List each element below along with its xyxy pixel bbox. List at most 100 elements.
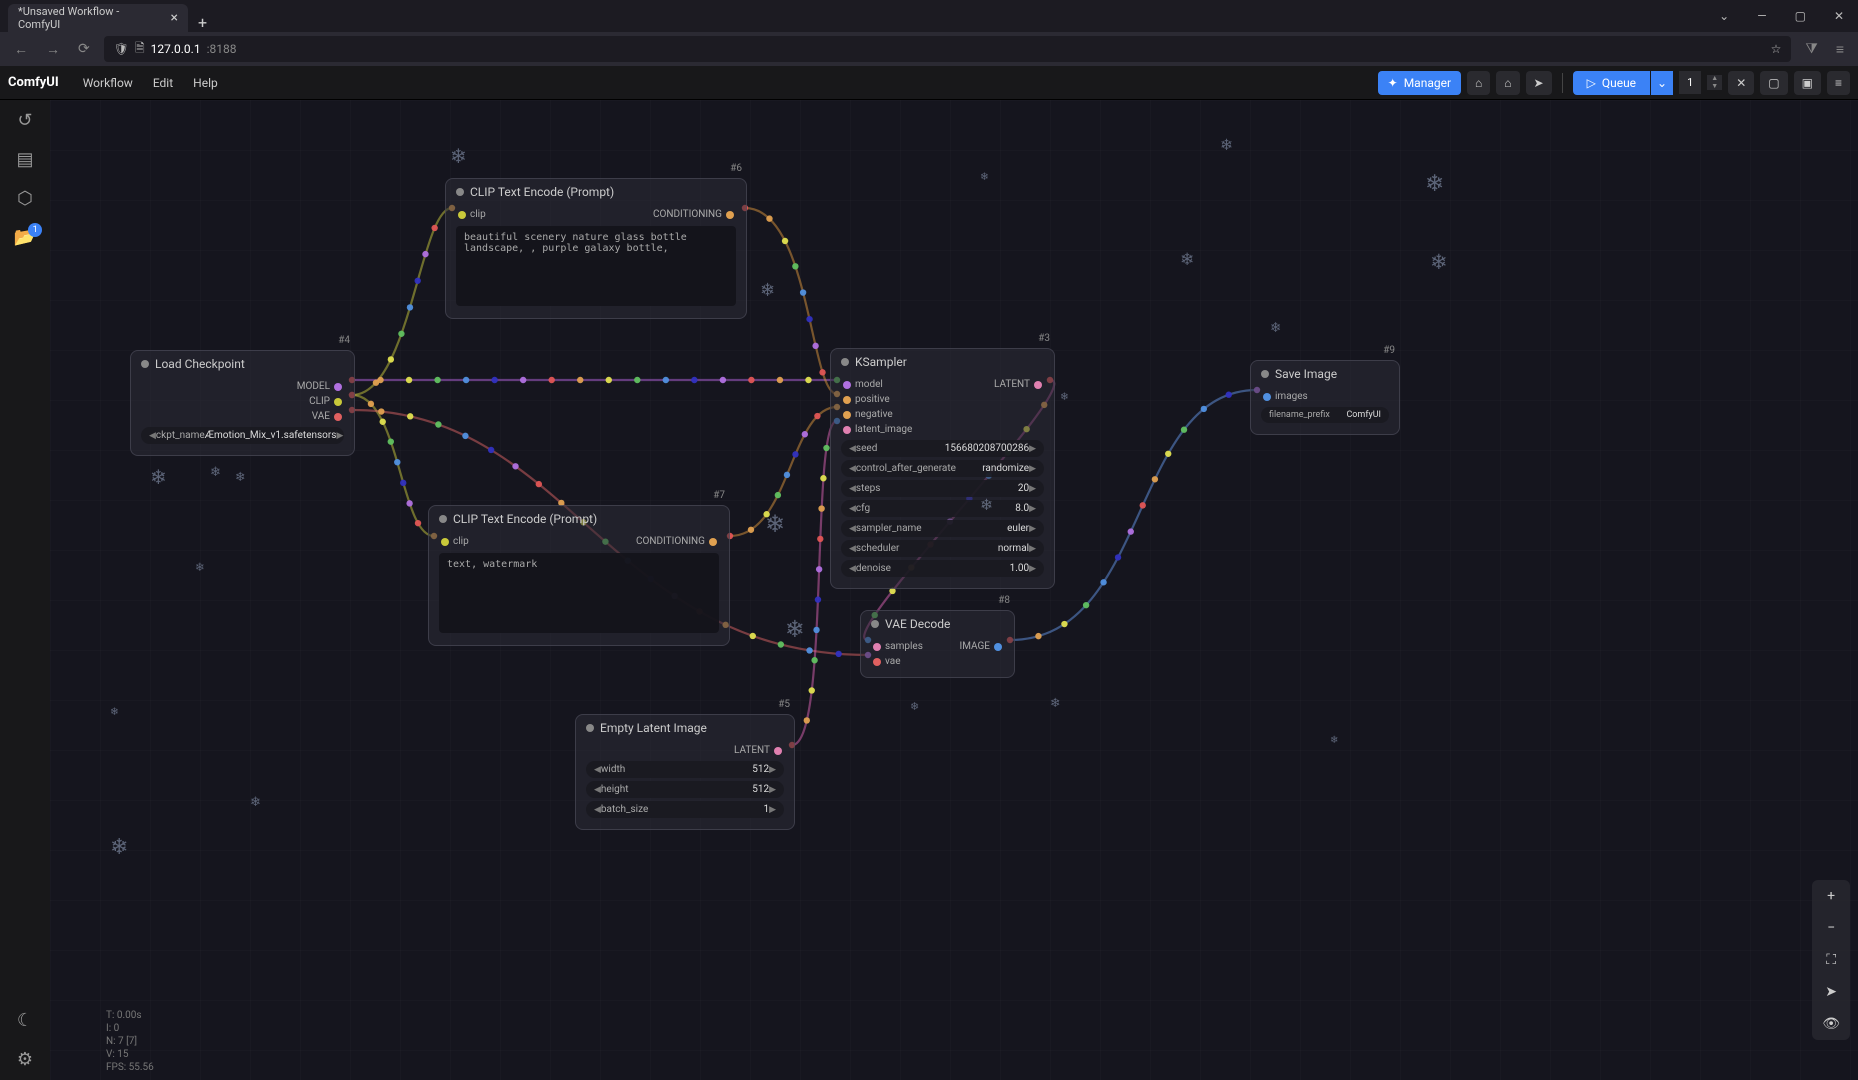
node-clip-negative[interactable]: #7 CLIP Text Encode (Prompt) clipCONDITI… (428, 505, 730, 646)
node-id: #3 (1038, 333, 1050, 344)
shield-icon: 🛡 (114, 42, 129, 56)
port-clip-in[interactable] (441, 538, 449, 546)
node-empty-latent[interactable]: #5 Empty Latent Image LATENT ◀width512▶ … (575, 714, 795, 830)
doc-icon: 🗎 (135, 39, 145, 60)
width-widget[interactable]: ◀width512▶ (586, 761, 784, 778)
history-icon[interactable]: ↺ (17, 110, 32, 131)
puzzle-icon: ✦ (1388, 76, 1398, 90)
snowflake-icon: ❄ (1180, 250, 1194, 270)
share-icon[interactable]: ➤ (1526, 71, 1552, 95)
snowflake-icon: ❄ (1430, 250, 1448, 275)
port-images-in[interactable] (1263, 393, 1271, 401)
extensions-icon[interactable]: ⧩ (1801, 39, 1822, 59)
snowflake-icon: ❄ (765, 510, 785, 538)
node-title: Load Checkpoint (155, 357, 245, 371)
forward-icon[interactable]: → (42, 39, 64, 60)
port-conditioning-out[interactable] (709, 538, 717, 546)
locate-icon[interactable]: ➤ (1812, 976, 1850, 1008)
port-latent-out[interactable] (774, 747, 782, 755)
settings-icon[interactable]: ⚙ (17, 1049, 33, 1070)
seed-widget[interactable]: ◀seed156680208700286▶ (841, 440, 1044, 457)
tab-close-icon[interactable]: × (171, 10, 178, 26)
node-save-image[interactable]: #9 Save Image images filename_prefixComf… (1250, 360, 1400, 435)
menu-edit[interactable]: Edit (143, 76, 183, 90)
fullscreen-icon[interactable]: ⛶ (1812, 944, 1850, 976)
node-library-icon[interactable]: ⬡ (17, 188, 33, 209)
port-clip-out[interactable] (334, 398, 342, 406)
eye-icon[interactable]: 👁 (1812, 1008, 1850, 1040)
snowflake-icon: ❄ (910, 700, 919, 713)
queue-button[interactable]: ▷Queue (1573, 71, 1650, 95)
port-latent-in[interactable] (843, 426, 851, 434)
filename-widget[interactable]: filename_prefixComfyUI (1261, 407, 1389, 423)
scheduler-widget[interactable]: ◀schedulernormal▶ (841, 540, 1044, 557)
queue-stepper[interactable]: ▲▼ (1707, 75, 1722, 90)
port-model-out[interactable] (334, 383, 342, 391)
snowflake-icon: ❄ (1270, 320, 1281, 336)
denoise-widget[interactable]: ◀denoise1.00▶ (841, 560, 1044, 577)
node-title: CLIP Text Encode (Prompt) (470, 185, 614, 199)
bookmark-icon[interactable]: ☆ (1771, 42, 1782, 56)
node-clip-positive[interactable]: #6 CLIP Text Encode (Prompt) clipCONDITI… (445, 178, 747, 319)
ckpt-dropdown[interactable]: ◀ckpt_nameÆmotion_Mix_v1.safetensors▶ (141, 427, 344, 444)
node-load-checkpoint[interactable]: #4 Load Checkpoint MODEL CLIP VAE ◀ckpt_… (130, 350, 355, 456)
port-positive-in[interactable] (843, 396, 851, 404)
zoom-in-icon[interactable]: + (1812, 880, 1850, 912)
node-title: KSampler (855, 355, 907, 369)
snowflake-icon: ❄ (150, 465, 167, 489)
steps-widget[interactable]: ◀steps20▶ (841, 480, 1044, 497)
cancel-icon[interactable]: ✕ (1728, 71, 1754, 95)
snowflake-icon: ❄ (210, 465, 221, 480)
port-clip-in[interactable] (458, 211, 466, 219)
port-conditioning-out[interactable] (726, 211, 734, 219)
cfg-widget[interactable]: ◀cfg8.0▶ (841, 500, 1044, 517)
panel-icon[interactable]: ▢ (1760, 71, 1787, 95)
reload-icon[interactable]: ⟳ (74, 39, 94, 59)
port-model-in[interactable] (843, 381, 851, 389)
zoom-in-node-icon[interactable]: ⌂ (1467, 71, 1490, 95)
node-title: CLIP Text Encode (Prompt) (453, 512, 597, 526)
snowflake-icon: ❄ (1425, 170, 1444, 197)
node-ksampler[interactable]: #3 KSampler modelLATENT positive negativ… (830, 348, 1055, 589)
close-window-icon[interactable]: ✕ (1820, 9, 1858, 23)
cag-widget[interactable]: ◀control_after_generaterandomize▶ (841, 460, 1044, 477)
zoom-out-node-icon[interactable]: ⌂ (1496, 71, 1519, 95)
folder-icon[interactable]: 📂1 (14, 227, 36, 248)
prompt-text[interactable]: beautiful scenery nature glass bottle la… (456, 226, 736, 306)
play-icon: ▷ (1587, 76, 1596, 90)
theme-icon[interactable]: ☾ (17, 1010, 33, 1031)
manager-button[interactable]: ✦Manager (1378, 71, 1461, 95)
snowflake-icon: ❄ (1220, 135, 1233, 154)
new-tab-button[interactable]: + (188, 13, 217, 32)
app-hamburger-icon[interactable]: ≡ (1827, 71, 1850, 95)
port-image-out[interactable] (994, 643, 1002, 651)
port-vae-in[interactable] (873, 658, 881, 666)
snowflake-icon: ❄ (250, 795, 261, 810)
minimize-icon[interactable]: — (1743, 9, 1780, 23)
port-negative-in[interactable] (843, 411, 851, 419)
menu-help[interactable]: Help (183, 76, 228, 90)
queue-dropdown[interactable]: ⌄ (1651, 71, 1673, 95)
overflow-icon[interactable]: ⌄ (1705, 9, 1743, 23)
port-latent-out[interactable] (1034, 381, 1042, 389)
port-vae-out[interactable] (334, 413, 342, 421)
port-samples-in[interactable] (873, 643, 881, 651)
node-id: #6 (730, 163, 742, 174)
url-bar[interactable]: 🛡 🗎 127.0.0.1:8188 ☆ (104, 36, 1792, 62)
hamburger-icon[interactable]: ≡ (1832, 39, 1848, 60)
maximize-icon[interactable]: ▢ (1781, 9, 1820, 23)
batch-widget[interactable]: ◀batch_size1▶ (586, 801, 784, 818)
height-widget[interactable]: ◀height512▶ (586, 781, 784, 798)
menu-workflow[interactable]: Workflow (73, 76, 143, 90)
node-vae-decode[interactable]: #8 VAE Decode samplesIMAGE vae (860, 610, 1015, 678)
node-title: VAE Decode (885, 617, 950, 631)
browser-tab[interactable]: *Unsaved Workflow - ComfyUI × (8, 4, 188, 32)
queue-list-icon[interactable]: ▤ (16, 149, 33, 170)
node-title: Empty Latent Image (600, 721, 707, 735)
sampler-widget[interactable]: ◀sampler_nameeuler▶ (841, 520, 1044, 537)
panel-right-icon[interactable]: ▣ (1794, 71, 1821, 95)
zoom-out-icon[interactable]: − (1812, 912, 1850, 944)
snowflake-icon: ❄ (450, 145, 467, 168)
back-icon[interactable]: ← (10, 39, 32, 60)
prompt-text[interactable]: text, watermark (439, 553, 719, 633)
